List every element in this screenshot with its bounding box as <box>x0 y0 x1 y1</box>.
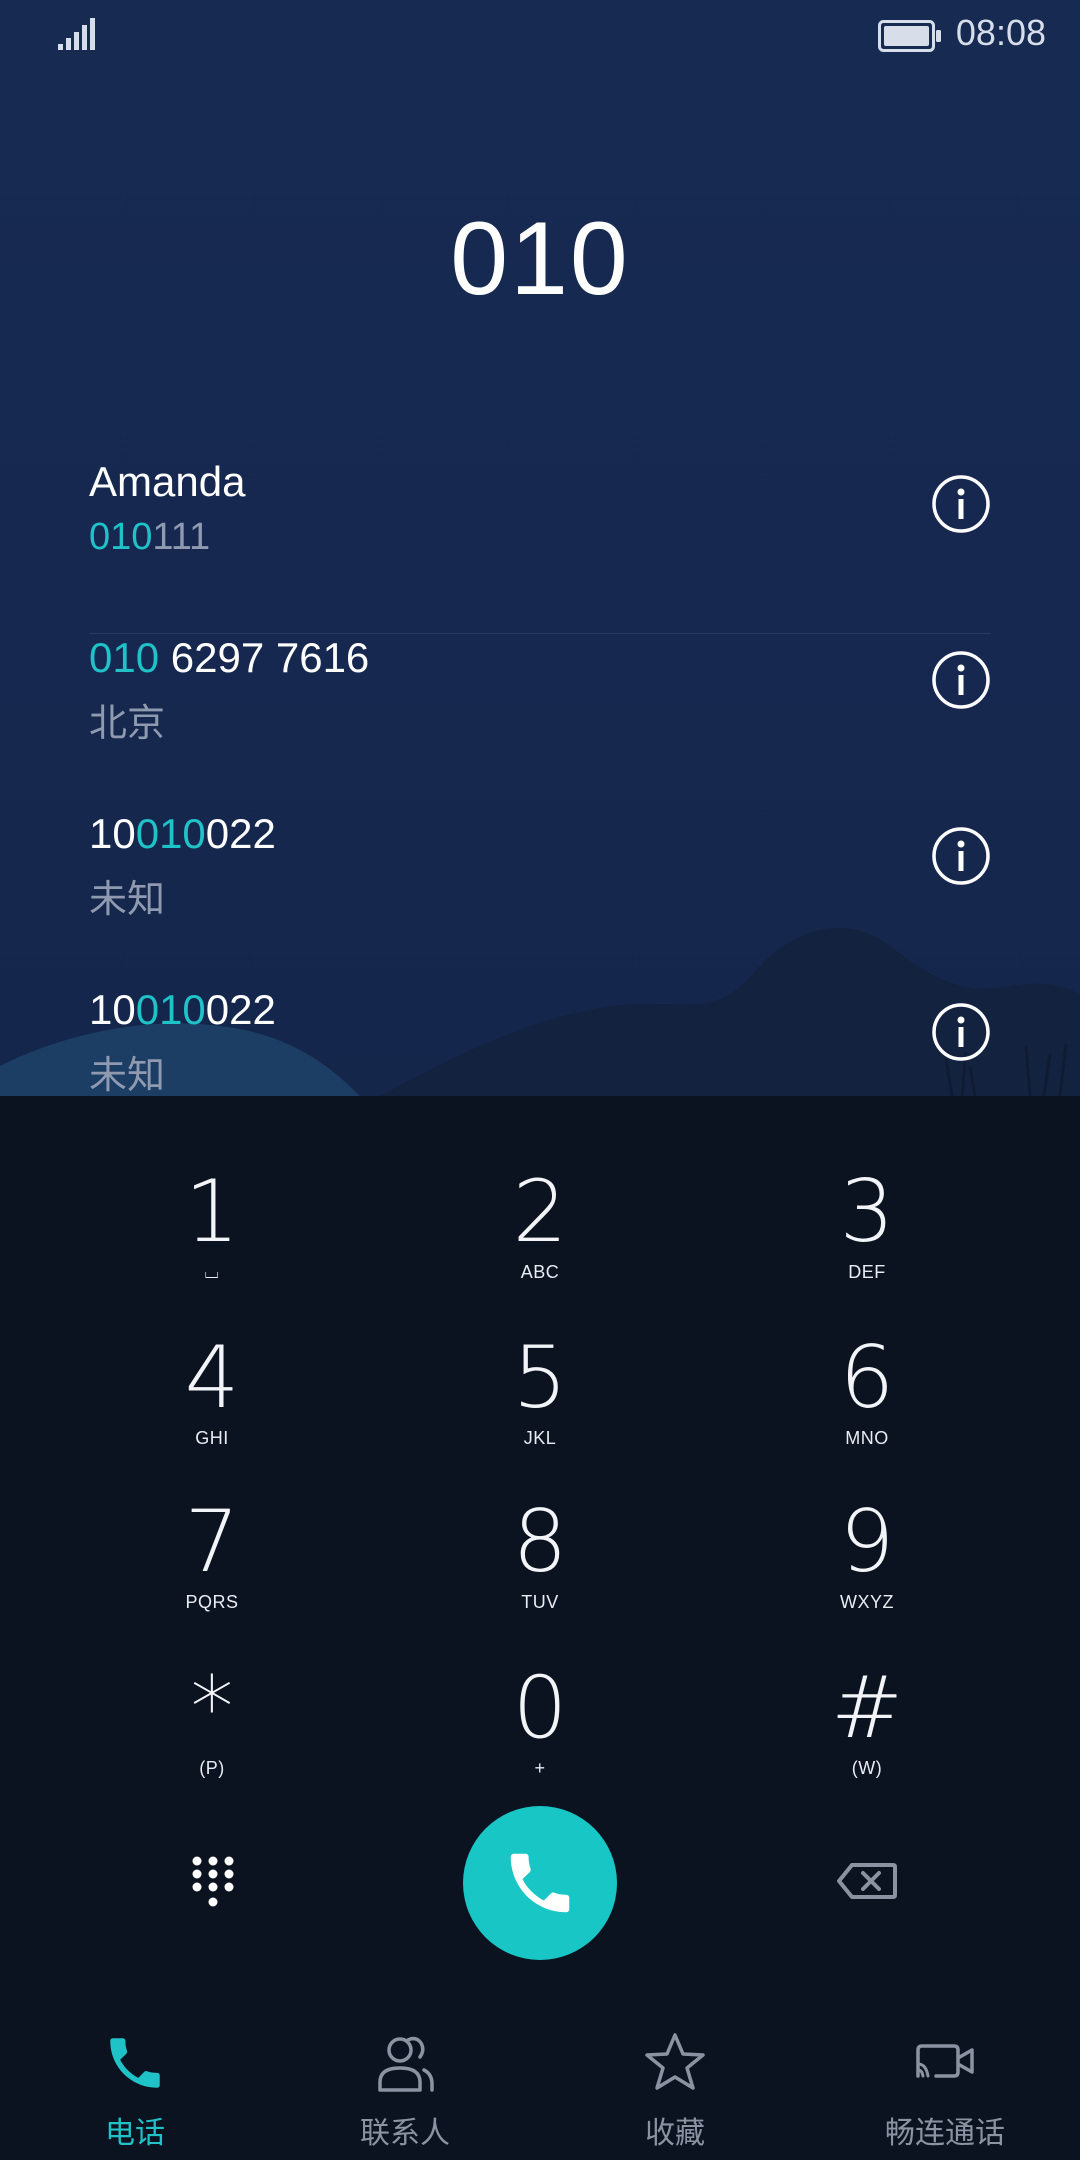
result-secondary: 北京 <box>89 692 165 747</box>
dial-key-7[interactable]: 7 PQRS <box>62 1496 362 1656</box>
info-icon[interactable] <box>931 474 991 534</box>
search-results-panel: 08:08 010 Amanda 010111 010 6297 7616 北京… <box>0 0 1080 1096</box>
result-text: 022 <box>205 986 276 1033</box>
result-secondary: 010111 <box>89 516 210 559</box>
result-text: 6297 7616 <box>159 634 370 681</box>
dial-key-9[interactable]: 9 WXYZ <box>717 1496 1017 1656</box>
dial-key-4[interactable]: 4 GHI <box>62 1332 362 1492</box>
backspace-icon[interactable] <box>836 1862 898 1900</box>
result-secondary: 未知 <box>89 868 165 923</box>
search-result-row[interactable]: Amanda 010111 <box>89 458 991 634</box>
battery-icon <box>878 20 941 52</box>
result-text: 10 <box>89 810 136 857</box>
match-highlight: 010 <box>135 810 206 857</box>
info-icon[interactable] <box>931 1002 991 1062</box>
contacts-icon <box>378 2036 434 2092</box>
dial-key-star[interactable]: * (P) <box>62 1662 362 1822</box>
keypad-toggle-icon[interactable] <box>192 1856 234 1912</box>
tab-favorites[interactable]: 收藏 <box>540 2010 810 2160</box>
dial-key-1[interactable]: 1 ⌴ <box>62 1166 362 1326</box>
call-button[interactable] <box>463 1806 617 1960</box>
match-highlight: 010 <box>135 986 206 1033</box>
result-primary: Amanda <box>89 458 245 506</box>
video-call-icon <box>916 2044 974 2078</box>
star-icon <box>645 2033 705 2090</box>
result-primary: 10010022 <box>89 810 276 858</box>
dial-key-0[interactable]: 0 + <box>390 1662 690 1822</box>
dial-key-hash[interactable]: # (W) <box>717 1662 1017 1822</box>
search-result-row[interactable]: 010 6297 7616 北京 <box>89 634 991 810</box>
dial-key-5[interactable]: 5 JKL <box>390 1332 690 1492</box>
result-secondary: 未知 <box>89 1044 165 1096</box>
tab-meetime[interactable]: 畅连通话 <box>810 2010 1080 2160</box>
result-primary: 010 6297 7616 <box>89 634 369 682</box>
result-text: 111 <box>152 516 211 558</box>
dial-key-3[interactable]: 3 DEF <box>717 1166 1017 1326</box>
dialed-number[interactable]: 010 <box>0 200 1080 319</box>
tab-phone[interactable]: 电话 <box>0 2010 270 2160</box>
signal-strength-icon <box>58 18 95 50</box>
match-highlight: 010 <box>89 634 160 681</box>
info-icon[interactable] <box>931 650 991 710</box>
search-result-row[interactable]: 10010022 未知 <box>89 810 991 986</box>
result-text: 未知 <box>89 1055 166 1096</box>
result-text: 北京 <box>89 703 166 745</box>
status-bar: 08:08 <box>0 0 1080 70</box>
phone-icon <box>510 1853 570 1913</box>
dial-key-6[interactable]: 6 MNO <box>717 1332 1017 1492</box>
result-text: Amanda <box>89 458 246 505</box>
dial-key-2[interactable]: 2 ABC <box>390 1166 690 1326</box>
bottom-navigation: 电话 联系人 收藏 畅连通话 <box>0 2010 1080 2160</box>
phone-icon <box>110 2038 160 2088</box>
result-text: 未知 <box>89 879 166 921</box>
result-primary: 10010022 <box>89 986 276 1034</box>
tab-contacts[interactable]: 联系人 <box>270 2010 540 2160</box>
clock: 08:08 <box>955 12 1046 53</box>
match-highlight: 010 <box>89 516 153 558</box>
result-text: 10 <box>89 986 136 1033</box>
dial-key-8[interactable]: 8 TUV <box>390 1496 690 1656</box>
search-result-row[interactable]: 10010022 未知 <box>89 986 991 1096</box>
info-icon[interactable] <box>931 826 991 886</box>
result-text: 022 <box>205 810 276 857</box>
